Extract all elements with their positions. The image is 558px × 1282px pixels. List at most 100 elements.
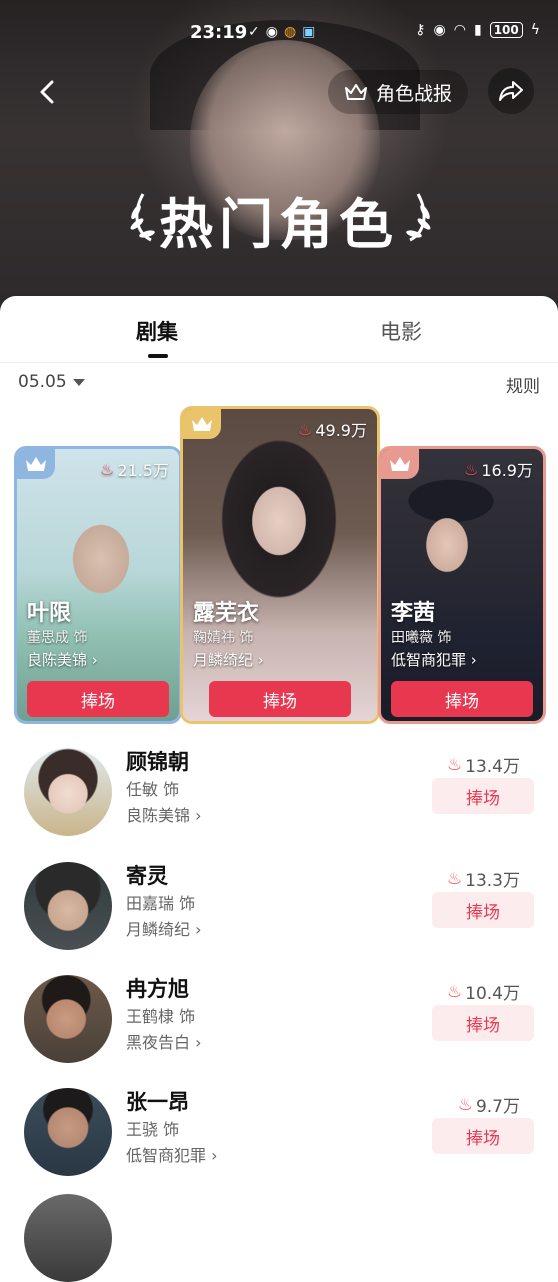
list-item[interactable]: 寄灵 田嘉瑞 饰 月鳞绮纪 › ♨ 13.3万 捧场 xyxy=(0,862,558,962)
heat-value: ♨ 13.3万 xyxy=(447,866,520,892)
cheer-button[interactable]: 捧场 xyxy=(432,778,534,814)
flame-icon: ♨ xyxy=(446,754,463,775)
cheer-button[interactable]: 捧场 xyxy=(391,681,533,717)
show-title: 良陈美锦 xyxy=(126,806,191,825)
card-show-link[interactable]: 良陈美锦 › xyxy=(27,649,98,670)
crown-icon xyxy=(390,457,410,471)
card-heat-value: 21.5万 xyxy=(117,461,169,480)
card-heat: ♨ 16.9万 xyxy=(464,457,533,481)
show-link[interactable]: 月鳞绮纪 › xyxy=(126,916,202,940)
avatar xyxy=(24,975,112,1063)
flame-icon: ♨ xyxy=(464,459,479,479)
card-show-link[interactable]: 低智商犯罪 › xyxy=(391,649,477,670)
flame-icon: ♨ xyxy=(446,981,463,1002)
actor-name: 任敏 饰 xyxy=(126,780,180,799)
eye-icon: ◉ xyxy=(433,22,446,38)
card-character-name: 李茜 xyxy=(391,601,436,626)
back-button[interactable] xyxy=(30,72,70,112)
card-show-title: 良陈美锦 xyxy=(27,651,88,669)
role-report-label: 角色战报 xyxy=(376,82,453,105)
actor-name: 田嘉瑞 饰 xyxy=(126,894,196,913)
flame-icon: ♨ xyxy=(298,419,313,439)
top-card-rank-2[interactable]: ♨ 21.5万 叶限 董思成 饰 良陈美锦 › 捧场 xyxy=(14,446,182,724)
tab-bar: 剧集 电影 xyxy=(0,296,558,363)
laurel-right-icon xyxy=(406,193,431,242)
show-title: 黑夜告白 xyxy=(126,1033,191,1052)
active-tab-indicator xyxy=(148,354,168,358)
app-icon: ▣ xyxy=(302,24,316,40)
heat-number: 10.4万 xyxy=(465,984,520,1004)
heat-number: 13.4万 xyxy=(465,757,520,777)
character-name: 张一昂 xyxy=(126,1090,189,1114)
cheer-button[interactable]: 捧场 xyxy=(432,1005,534,1041)
chevron-left-icon xyxy=(40,80,54,104)
rank-badge xyxy=(17,449,55,479)
cheer-button[interactable]: 捧场 xyxy=(209,681,351,717)
card-heat-value: 16.9万 xyxy=(481,461,533,480)
rules-link[interactable]: 规则 xyxy=(506,372,540,397)
cheer-button[interactable]: 捧场 xyxy=(432,892,534,928)
date-label: 05.05 xyxy=(18,372,67,392)
card-show-link[interactable]: 月鳞绮纪 › xyxy=(193,649,264,670)
show-title: 低智商犯罪 xyxy=(126,1146,207,1165)
character-name: 顾锦朝 xyxy=(126,750,189,774)
list-item[interactable]: 冉方旭 王鹤棣 饰 黑夜告白 › ♨ 10.4万 捧场 xyxy=(0,975,558,1075)
list-item[interactable]: 顾锦朝 任敏 饰 良陈美锦 › ♨ 13.4万 捧场 xyxy=(0,748,558,848)
heat-value: ♨ 9.7万 xyxy=(457,1092,520,1118)
list-item[interactable]: 张一昂 王骁 饰 低智商犯罪 › ♨ 9.7万 捧场 xyxy=(0,1088,558,1188)
heat-value: ♨ 10.4万 xyxy=(446,979,520,1005)
cheer-button[interactable]: 捧场 xyxy=(27,681,169,717)
wechat-icon: ◉ xyxy=(265,24,278,40)
crown-icon xyxy=(345,84,367,100)
date-selector[interactable]: 05.05 xyxy=(18,372,85,392)
role-report-button[interactable]: 角色战报 xyxy=(328,70,469,114)
card-character-name: 露芜衣 xyxy=(193,601,260,626)
character-name: 寄灵 xyxy=(126,864,168,888)
heat-number: 13.3万 xyxy=(465,871,520,891)
card-show-title: 月鳞绮纪 xyxy=(193,651,254,669)
content-sheet: 剧集 电影 05.05 规则 ♨ 21.5万 叶限 董思成 饰 良陈美锦 › 捧… xyxy=(0,296,558,1282)
rank-badge xyxy=(381,449,419,479)
hero-banner: 23:19 ✓ ◉ ◍ ▣ ⚷ ◉ ◠ ▮ 100 ϟ 角色战报 热门角色 xyxy=(0,0,558,330)
avatar xyxy=(24,748,112,836)
weibo-icon: ◍ xyxy=(283,24,297,40)
card-show-title: 低智商犯罪 xyxy=(391,651,467,669)
share-button[interactable] xyxy=(488,68,534,114)
avatar-partial xyxy=(24,1194,112,1282)
actor-name: 王骁 饰 xyxy=(126,1120,180,1139)
card-heat: ♨ 21.5万 xyxy=(100,457,169,481)
flame-icon: ♨ xyxy=(457,1094,473,1115)
messenger-icon: ✓ xyxy=(248,24,260,40)
card-actor: 董思成 饰 xyxy=(27,630,88,646)
wifi-icon: ◠ xyxy=(453,22,466,38)
share-icon xyxy=(499,81,523,101)
flame-icon: ♨ xyxy=(100,459,115,479)
tab-series[interactable]: 剧集 xyxy=(136,316,178,346)
heat-value: ♨ 13.4万 xyxy=(446,752,520,778)
crown-icon xyxy=(192,417,212,431)
crown-icon xyxy=(26,457,46,471)
top-card-rank-1[interactable]: ♨ 49.9万 露芜衣 鞠婧祎 饰 月鳞绮纪 › 捧场 xyxy=(180,406,380,724)
status-bar: 23:19 ✓ ◉ ◍ ▣ ⚷ ◉ ◠ ▮ 100 ϟ xyxy=(0,18,558,48)
show-title: 月鳞绮纪 xyxy=(126,920,191,939)
actor-name: 王鹤棣 饰 xyxy=(126,1007,196,1026)
top-card-rank-3[interactable]: ♨ 16.9万 李茜 田曦薇 饰 低智商犯罪 › 捧场 xyxy=(378,446,546,724)
card-heat: ♨ 49.9万 xyxy=(298,417,367,441)
rank-badge xyxy=(183,409,221,439)
card-actor: 鞠婧祎 饰 xyxy=(193,630,254,646)
system-icons: ⚷ ◉ ◠ ▮ 100 ϟ xyxy=(415,22,540,38)
charging-icon: ϟ xyxy=(530,22,540,38)
show-link[interactable]: 良陈美锦 › xyxy=(126,802,202,826)
show-link[interactable]: 黑夜告白 › xyxy=(126,1029,202,1053)
avatar xyxy=(24,1088,112,1176)
card-photo xyxy=(183,409,377,721)
tab-movies[interactable]: 电影 xyxy=(380,316,422,346)
notification-icons: ✓ ◉ ◍ ▣ xyxy=(248,24,315,40)
cheer-button[interactable]: 捧场 xyxy=(432,1118,534,1154)
key-icon: ⚷ xyxy=(415,22,426,38)
card-heat-value: 49.9万 xyxy=(315,421,367,440)
card-character-name: 叶限 xyxy=(27,601,72,626)
show-link[interactable]: 低智商犯罪 › xyxy=(126,1142,218,1166)
card-actor: 田曦薇 饰 xyxy=(391,630,452,646)
heat-number: 9.7万 xyxy=(475,1097,520,1117)
